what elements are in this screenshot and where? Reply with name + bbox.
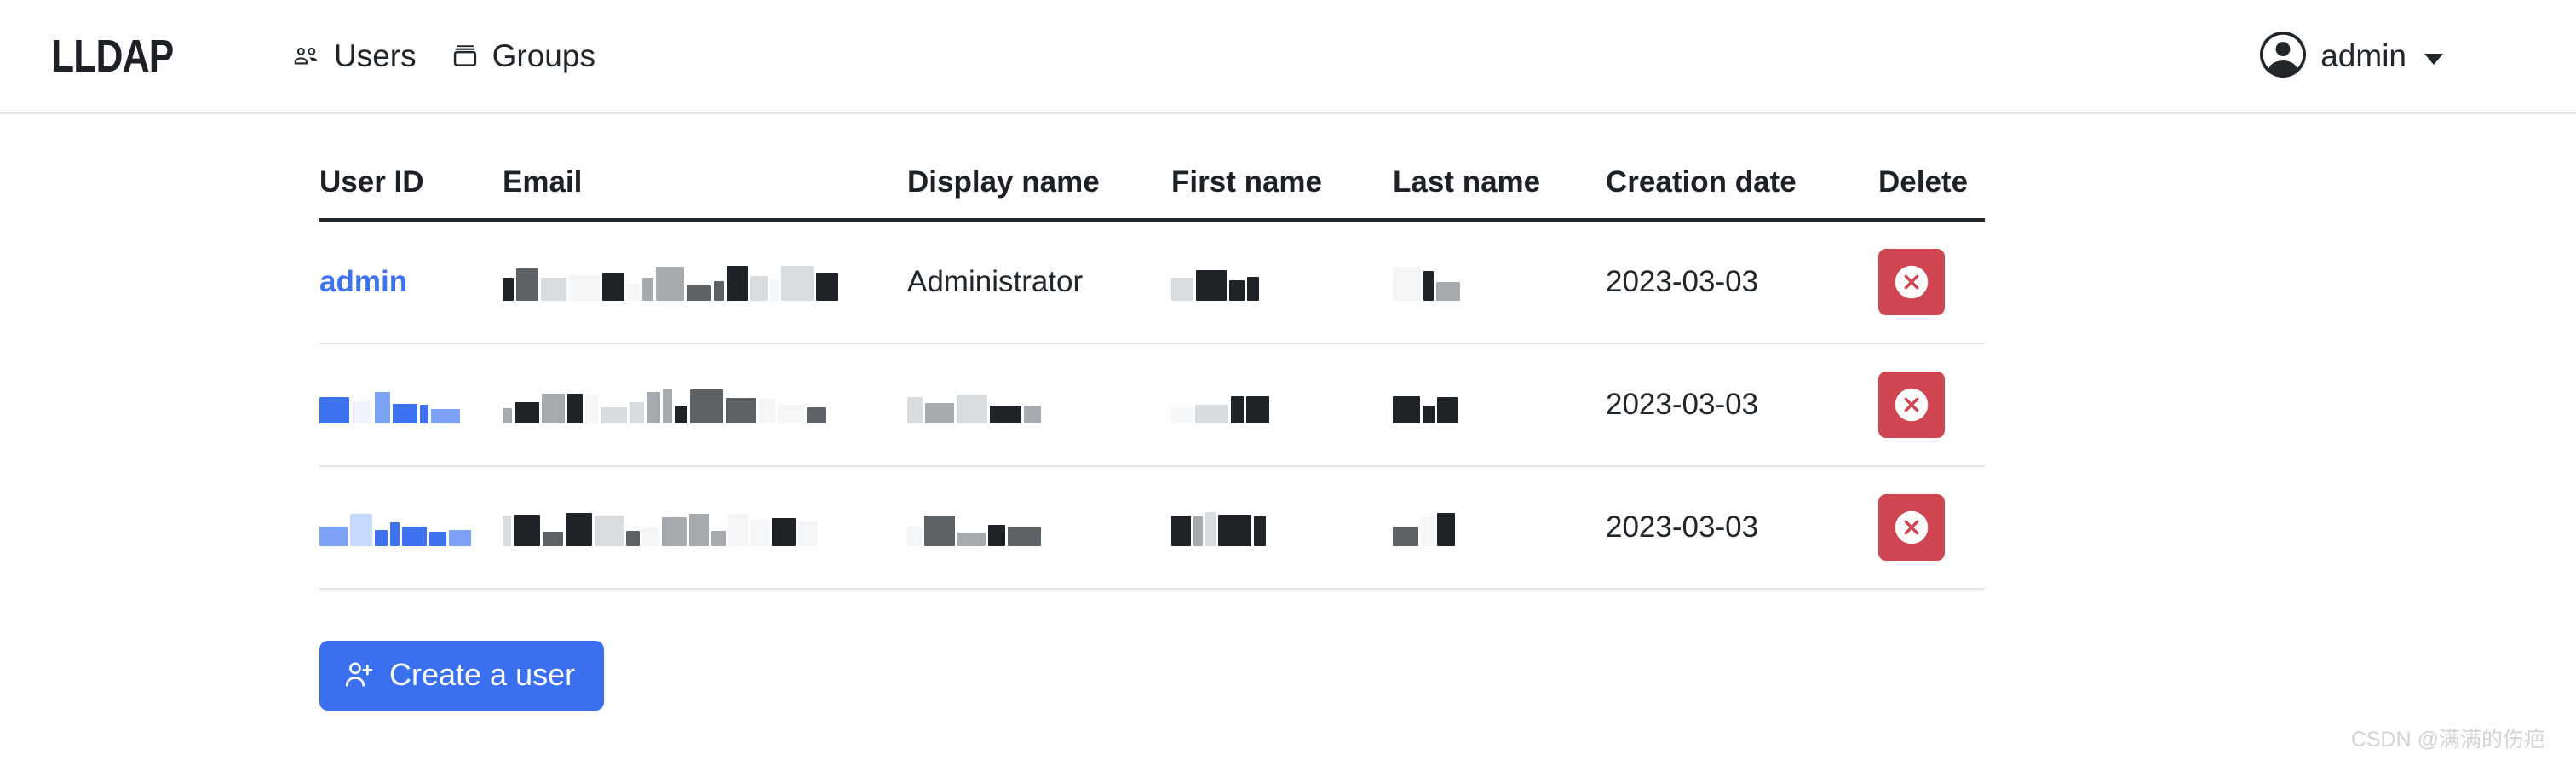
users-table-head: User ID Email Display name First name La… (319, 165, 1985, 220)
cell-delete (1878, 343, 1985, 466)
cell-display-name (907, 466, 1171, 589)
account-menu[interactable]: admin (2260, 32, 2528, 82)
column-header-email: Email (503, 165, 907, 220)
delete-user-button[interactable] (1878, 494, 1945, 561)
app-logo[interactable]: LLDAP (51, 33, 173, 79)
x-circle-icon (1893, 509, 1930, 546)
column-header-delete: Delete (1878, 165, 1985, 220)
create-user-button[interactable]: Create a user (319, 641, 604, 711)
cell-first-name (1171, 220, 1393, 343)
table-header-row: User ID Email Display name First name La… (319, 165, 1985, 220)
main-content: User ID Email Display name First name La… (0, 114, 2576, 711)
primary-nav: Users Groups (290, 38, 595, 74)
nav-item-groups-label: Groups (492, 38, 595, 74)
column-header-display-name: Display name (907, 165, 1171, 220)
users-table-container: User ID Email Display name First name La… (319, 165, 1985, 590)
cell-user-id[interactable] (319, 343, 503, 466)
cell-creation-date: 2023-03-03 (1606, 220, 1878, 343)
cell-email (503, 466, 907, 589)
person-circle-icon (2260, 32, 2306, 82)
table-row: admin Administrator 2023-03-03 (319, 220, 1985, 343)
cell-last-name (1393, 466, 1606, 589)
create-user-button-label: Create a user (389, 657, 575, 693)
x-circle-icon (1893, 386, 1930, 423)
user-id-link[interactable]: admin (319, 265, 407, 298)
cell-display-name (907, 343, 1171, 466)
delete-user-button[interactable] (1878, 249, 1945, 315)
person-plus-icon (343, 660, 374, 690)
cell-email (503, 343, 907, 466)
nav-item-users[interactable]: Users (290, 38, 417, 74)
column-header-first-name: First name (1171, 165, 1393, 220)
nav-item-groups[interactable]: Groups (451, 38, 595, 74)
cell-first-name (1171, 466, 1393, 589)
nav-item-users-label: Users (334, 38, 417, 74)
column-header-creation-date: Creation date (1606, 165, 1878, 220)
caret-down-icon (2424, 54, 2443, 65)
cell-last-name (1393, 220, 1606, 343)
delete-user-button[interactable] (1878, 372, 1945, 438)
people-icon (290, 41, 321, 72)
account-name: admin (2320, 38, 2406, 74)
cell-creation-date: 2023-03-03 (1606, 343, 1878, 466)
table-row: 2023-03-03 (319, 466, 1985, 589)
archive-box-icon (451, 42, 480, 71)
users-table: User ID Email Display name First name La… (319, 165, 1985, 590)
cell-delete (1878, 466, 1985, 589)
create-user-row: Create a user (319, 641, 2576, 711)
cell-delete (1878, 220, 1985, 343)
x-circle-icon (1893, 263, 1930, 301)
cell-user-id: admin (319, 220, 503, 343)
users-table-body: adminAdministrator2023-03-032023-03-0320… (319, 220, 1985, 589)
column-header-user-id: User ID (319, 165, 503, 220)
csdn-watermark: CSDN @满满的伤疤 (2351, 723, 2545, 753)
cell-display-name: Administrator (907, 220, 1171, 343)
cell-creation-date: 2023-03-03 (1606, 466, 1878, 589)
column-header-last-name: Last name (1393, 165, 1606, 220)
cell-last-name (1393, 343, 1606, 466)
table-row: 2023-03-03 (319, 343, 1985, 466)
navbar: LLDAP Users Groups (0, 0, 2576, 114)
cell-email (503, 220, 907, 343)
cell-first-name (1171, 343, 1393, 466)
cell-user-id[interactable] (319, 466, 503, 589)
